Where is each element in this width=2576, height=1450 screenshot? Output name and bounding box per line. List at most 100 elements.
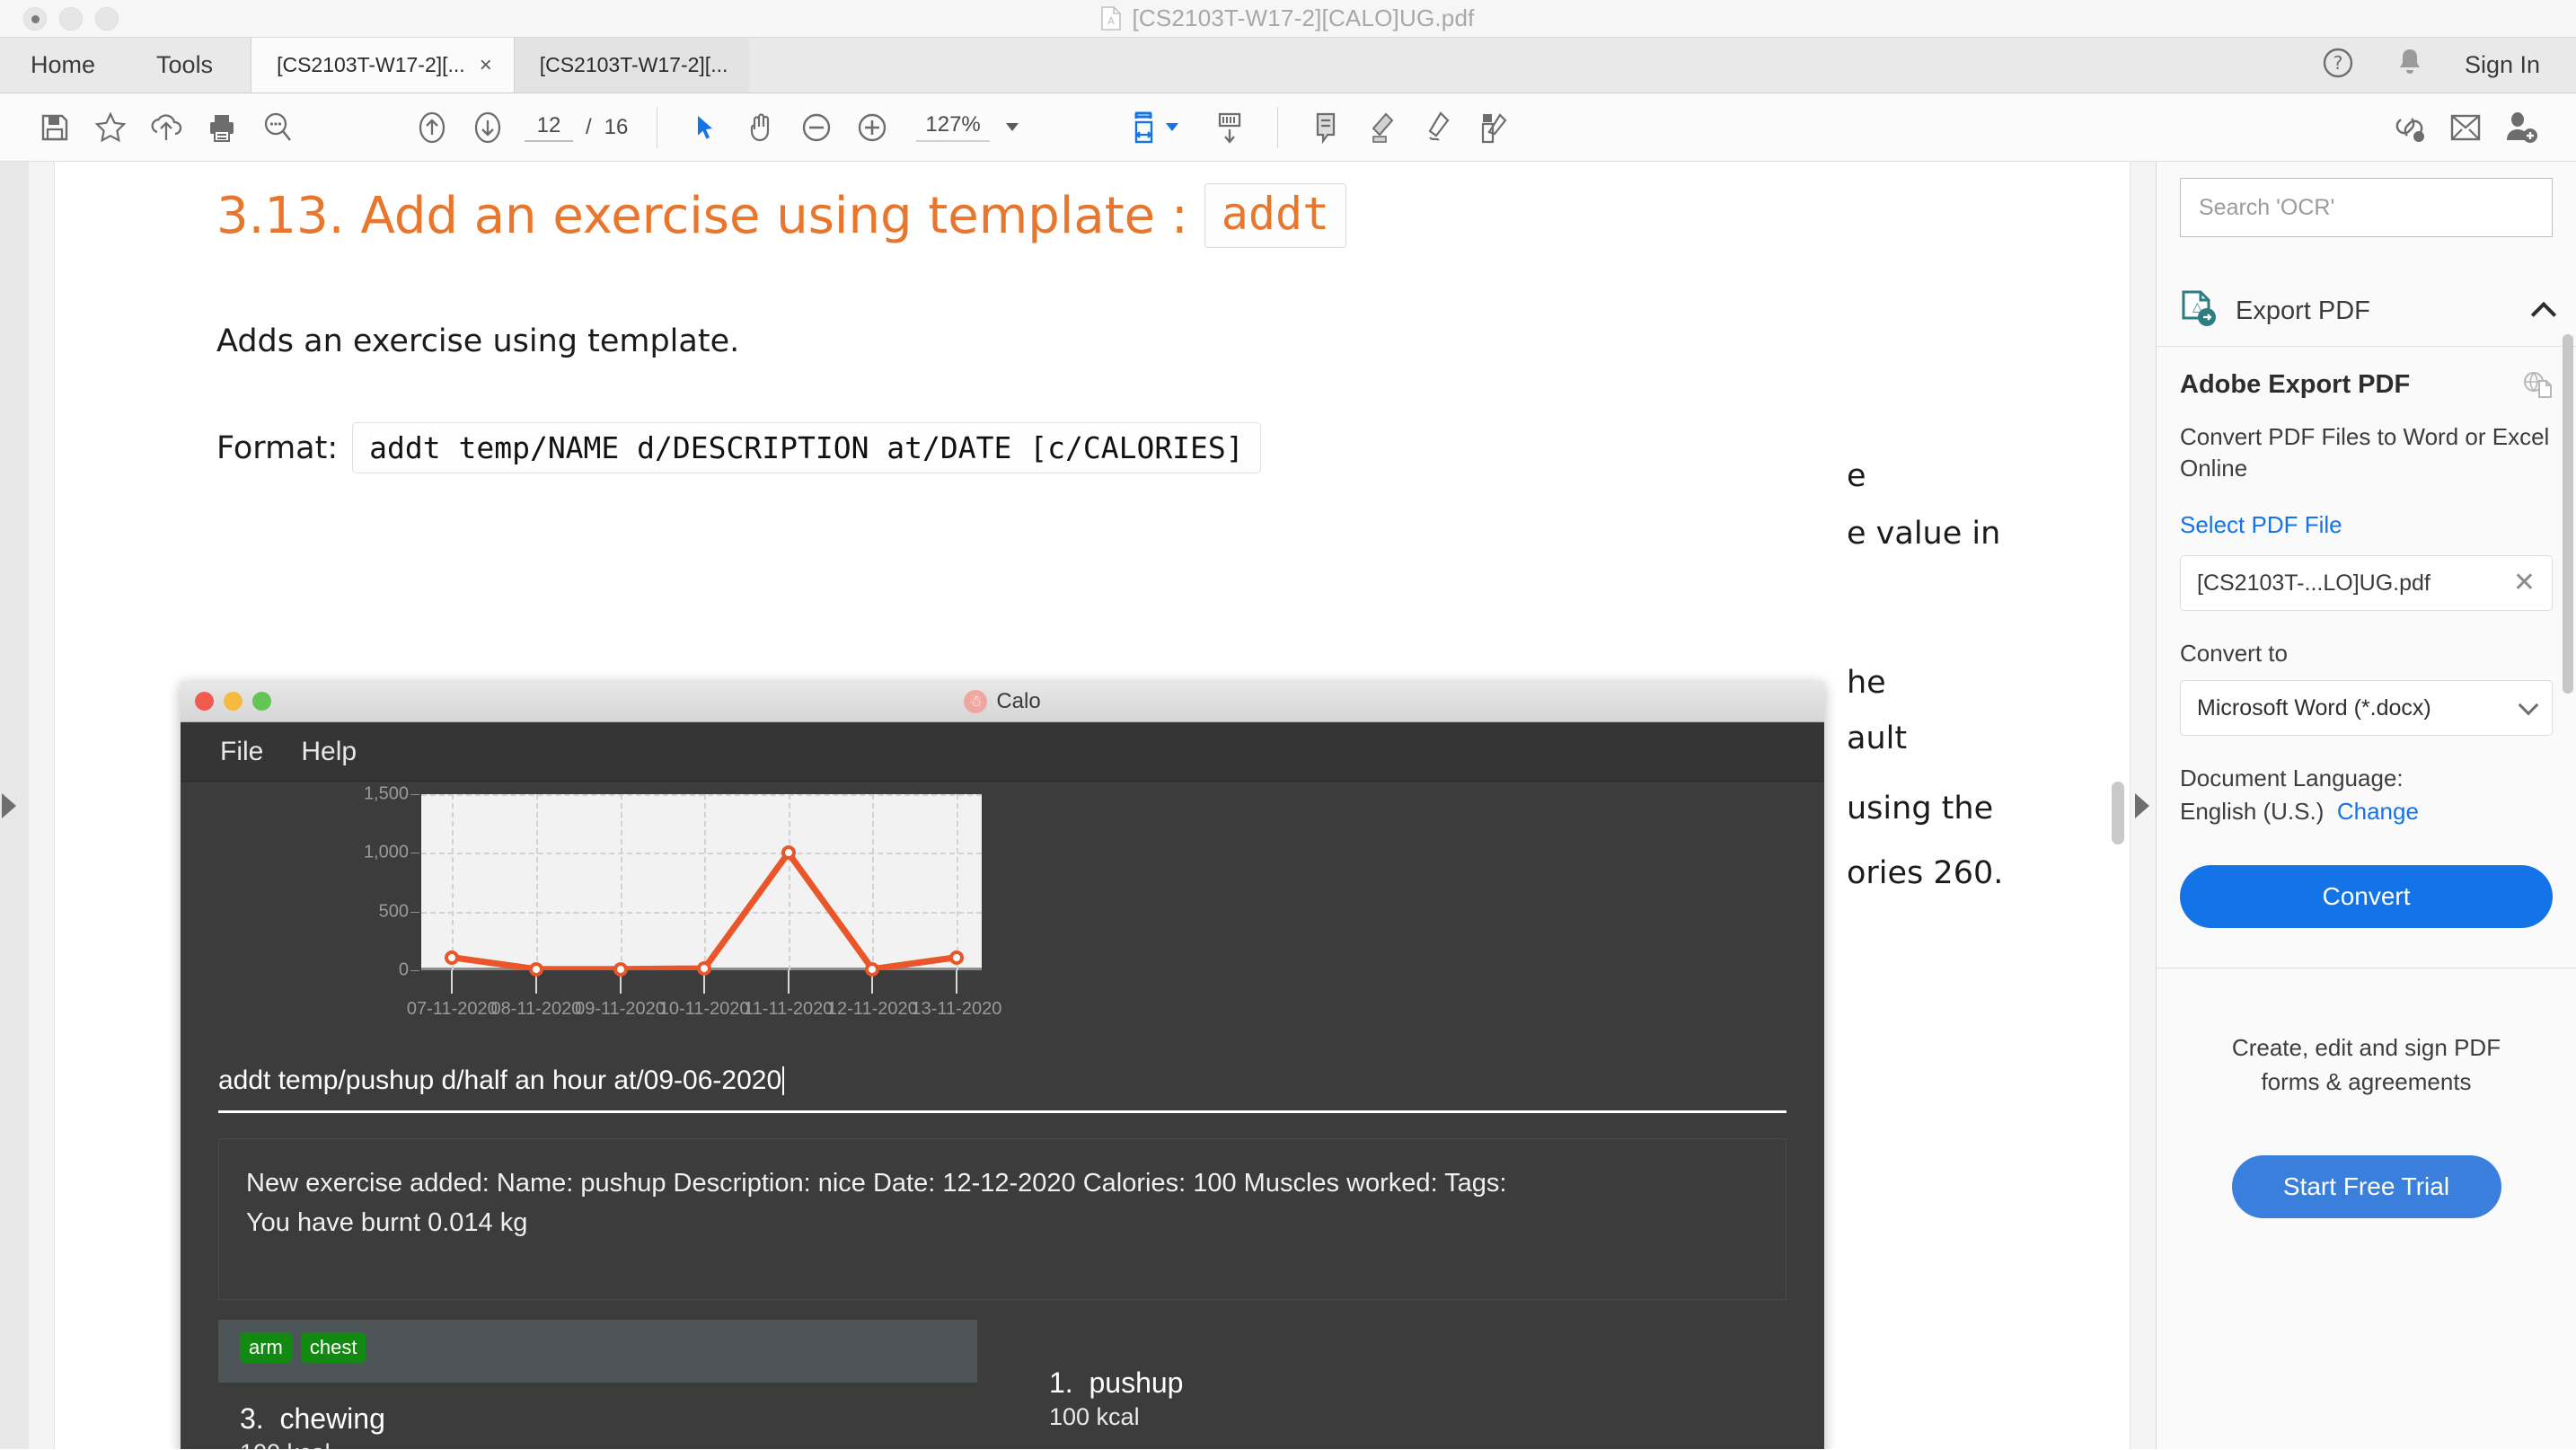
tab-document-1[interactable]: [CS2103T-W17-2][... × — [251, 38, 514, 93]
document-language-value: English (U.S.) — [2180, 798, 2324, 825]
selected-file-name: [CS2103T-...LO]UG.pdf — [2197, 570, 2502, 597]
save-icon[interactable] — [27, 100, 83, 155]
chart-y-tick-label: 1,000 — [364, 843, 409, 863]
document-viewer[interactable]: 3.13. Add an exercise using template : a… — [29, 162, 2156, 1449]
chart-line-series — [421, 794, 982, 970]
select-cursor-icon[interactable] — [677, 100, 733, 155]
heading-command-code: addt — [1204, 183, 1346, 248]
print-icon[interactable] — [194, 100, 250, 155]
exercise-calories: 100 kcal — [1049, 1403, 1765, 1431]
acrobat-tabbar: Home Tools [CS2103T-W17-2][... × [CS2103… — [0, 38, 2576, 93]
muscle-tag: arm — [240, 1332, 292, 1363]
document-scrollbar-thumb[interactable] — [2112, 782, 2124, 844]
zoom-level-value[interactable]: 127% — [916, 112, 989, 142]
hand-tool-icon[interactable] — [733, 100, 789, 155]
tab-document-2[interactable]: [CS2103T-W17-2][... — [514, 38, 750, 93]
calo-command-text: addt temp/pushup d/half an hour at/09-06… — [218, 1065, 781, 1096]
chevron-down-icon[interactable] — [2519, 695, 2539, 716]
upload-cloud-icon[interactable] — [138, 100, 194, 155]
muscle-tag: chest — [301, 1332, 366, 1363]
sidebar-collapse-chevron-icon[interactable] — [2135, 793, 2149, 818]
previous-page-icon[interactable] — [404, 100, 460, 155]
share-link-icon[interactable] — [2382, 100, 2438, 155]
calo-exercise-list-left[interactable]: arm chest 3. chewing 100 kcal 0 — [218, 1320, 977, 1449]
left-panel-toggle[interactable] — [0, 162, 29, 1449]
next-page-icon[interactable] — [460, 100, 516, 155]
text-fragment: using the — [1847, 791, 1993, 827]
chart-y-tick-label: 0 — [399, 960, 409, 981]
chevron-down-icon[interactable] — [1006, 123, 1019, 131]
start-free-trial-button[interactable]: Start Free Trial — [2232, 1155, 2501, 1218]
chart-x-tick-label: 07-11-2020 — [407, 999, 498, 1020]
close-icon[interactable]: × — [480, 55, 492, 76]
notifications-bell-icon[interactable] — [2395, 46, 2425, 84]
chart-x-tick-label: 12-11-2020 — [827, 999, 918, 1020]
convert-to-select[interactable]: Microsoft Word (*.docx) — [2180, 680, 2553, 736]
search-placeholder: Search 'OCR' — [2199, 195, 2334, 221]
fit-page-icon[interactable] — [1117, 100, 1173, 155]
chart-data-point — [697, 961, 711, 976]
calo-command-input-wrap: addt temp/pushup d/half an hour at/09-06… — [181, 1042, 1824, 1113]
search-document-icon[interactable] — [250, 100, 305, 155]
exercise-name: 1. pushup — [1049, 1366, 1765, 1400]
chart-x-tick-label: 10-11-2020 — [659, 999, 750, 1020]
tab-label: [CS2103T-W17-2][... — [277, 53, 465, 77]
calo-menu-help[interactable]: Help — [288, 737, 369, 767]
email-icon[interactable] — [2438, 100, 2493, 155]
scroll-mode-icon[interactable] — [1202, 100, 1257, 155]
menu-tools[interactable]: Tools — [126, 38, 243, 93]
exercise-index: 1. — [1049, 1366, 1073, 1399]
calo-logo-icon: ☃ — [964, 690, 987, 713]
chart-data-point — [445, 950, 459, 965]
chevron-right-icon[interactable] — [2, 793, 16, 818]
list-item[interactable]: 3. chewing 100 kcal 07-11-2020 gym home … — [218, 1383, 977, 1449]
adobe-export-pdf-description: Convert PDF Files to Word or Excel Onlin… — [2180, 421, 2553, 484]
zoom-in-icon[interactable] — [844, 100, 900, 155]
add-bookmark-star-icon[interactable] — [83, 100, 138, 155]
help-icon[interactable]: ? — [2321, 46, 2355, 84]
calo-titlebar: ☃ Calo — [181, 681, 1824, 722]
export-pdf-section: Adobe Export PDF Convert PDF Files to Wo… — [2157, 347, 2576, 826]
zoom-out-icon[interactable] — [789, 100, 844, 155]
change-language-link[interactable]: Change — [2337, 798, 2419, 825]
chart-y-tick — [410, 970, 419, 971]
promo-text: Create, edit and sign PDF forms & agreem… — [2201, 1031, 2531, 1099]
list-item[interactable]: arm chest — [218, 1320, 977, 1383]
calo-command-input[interactable]: addt temp/pushup d/half an hour at/09-06… — [218, 1065, 1786, 1113]
export-pdf-icon: △ — [2180, 289, 2218, 333]
calo-app-title: Calo — [996, 689, 1040, 714]
sign-in-button[interactable]: Sign In — [2465, 51, 2540, 79]
calo-result-line: You have burnt 0.014 kg — [246, 1204, 1759, 1243]
page-total: 16 — [604, 115, 629, 140]
select-pdf-file-link[interactable]: Select PDF File — [2180, 511, 2553, 539]
list-item[interactable]: 1. pushup 100 kcal — [1028, 1320, 1786, 1449]
menu-home[interactable]: Home — [0, 38, 126, 93]
chevron-up-icon[interactable] — [2531, 301, 2556, 326]
remove-file-close-icon[interactable]: ✕ — [2513, 570, 2536, 597]
tabbar-right-group: ? Sign In — [2321, 38, 2576, 93]
zoom-level-control[interactable]: 127% — [916, 112, 1018, 142]
fill-and-sign-icon[interactable] — [1465, 100, 1521, 155]
convert-button[interactable]: Convert — [2180, 865, 2553, 928]
comment-icon[interactable] — [1298, 100, 1354, 155]
exercise-label: chewing — [279, 1402, 384, 1435]
search-input[interactable]: Search 'OCR' — [2180, 178, 2553, 237]
highlight-text-icon[interactable] — [1354, 100, 1409, 155]
add-user-icon[interactable] — [2493, 100, 2549, 155]
page-number-input[interactable]: 12 — [525, 113, 573, 142]
menu-group: Home Tools — [0, 38, 243, 93]
text-caret — [782, 1066, 784, 1095]
selected-file-row[interactable]: [CS2103T-...LO]UG.pdf ✕ — [2180, 555, 2553, 611]
page-separator: / — [586, 115, 592, 140]
exercise-name: 3. chewing — [240, 1402, 956, 1436]
svg-text:A: A — [1108, 15, 1116, 27]
export-pdf-panel-header[interactable]: △ Export PDF — [2157, 277, 2576, 347]
chart-data-point — [529, 962, 543, 977]
text-fragment: he — [1847, 665, 1886, 701]
calo-menu-file[interactable]: File — [207, 737, 276, 767]
calo-exercise-list-right[interactable]: 1. pushup 100 kcal 2. running — [1028, 1320, 1786, 1449]
sidebar-scrollbar-thumb[interactable] — [2563, 334, 2573, 694]
fit-page-chevron-down-icon[interactable] — [1166, 123, 1178, 131]
sign-pen-icon[interactable] — [1409, 100, 1465, 155]
chart-x-tick-label: 11-11-2020 — [744, 999, 833, 1020]
